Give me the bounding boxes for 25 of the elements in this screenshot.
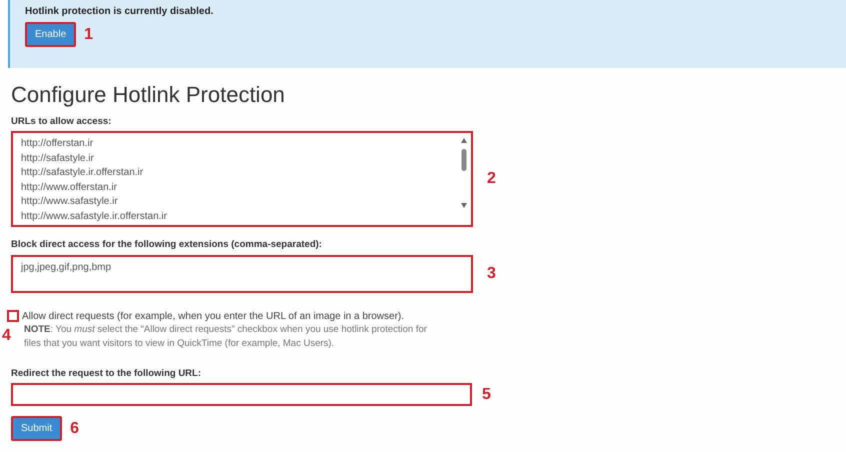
annotation-number: 3 <box>487 265 496 283</box>
url-line: http://safastyle.ir <box>21 152 95 166</box>
note-text: NOTE: You must select the “Allow direct requests” checkbox when you use hotlink protection for files that you want visitors to view in QuickTime (for example, Mac Users). <box>24 323 428 351</box>
annotation-number: 6 <box>70 420 80 438</box>
url-line: http://offerstan.ir <box>21 137 94 151</box>
checkbox-label: Allow direct requests (for example, when you enter the URL of an image in a browser). <box>22 310 404 322</box>
enable-button[interactable]: Enable <box>25 22 76 47</box>
url-line: http://safastyle.ir.offerstan.ir <box>21 166 144 180</box>
annotation-number: 5 <box>482 386 491 404</box>
url-list-field[interactable]: http://offerstan.ir http://safastyle.ir http://safastyle.ir.offerstan.ir http://www.offerstan.ir http://www.safastyle.ir http://www.safastyle.ir.offerstan.ir <box>11 131 473 227</box>
checkbox[interactable] <box>7 310 19 322</box>
url-line: http://www.safastyle.ir.offerstan.ir <box>21 210 167 224</box>
annotation-number: 4 <box>2 327 12 345</box>
page-heading: Configure Hotlink Protection <box>11 82 286 108</box>
extensions-field[interactable]: jpg,jpeg,gif,png,bmp <box>11 255 473 293</box>
annotation-number: 2 <box>487 170 496 188</box>
url-line: http://www.safastyle.ir <box>21 195 119 209</box>
redirect-url-field[interactable] <box>11 383 472 406</box>
field-label: URLs to allow access: <box>11 116 112 127</box>
url-line: http://www.offerstan.ir <box>21 180 118 194</box>
annotation-number: 1 <box>84 26 94 44</box>
field-label: Block direct access for the following extensions (comma-separated): <box>11 239 323 250</box>
field-label: Redirect the request to the following URL: <box>11 368 202 379</box>
submit-button[interactable]: Submit <box>11 416 62 441</box>
alert-message: Hotlink protection is currently disabled. <box>25 6 214 17</box>
